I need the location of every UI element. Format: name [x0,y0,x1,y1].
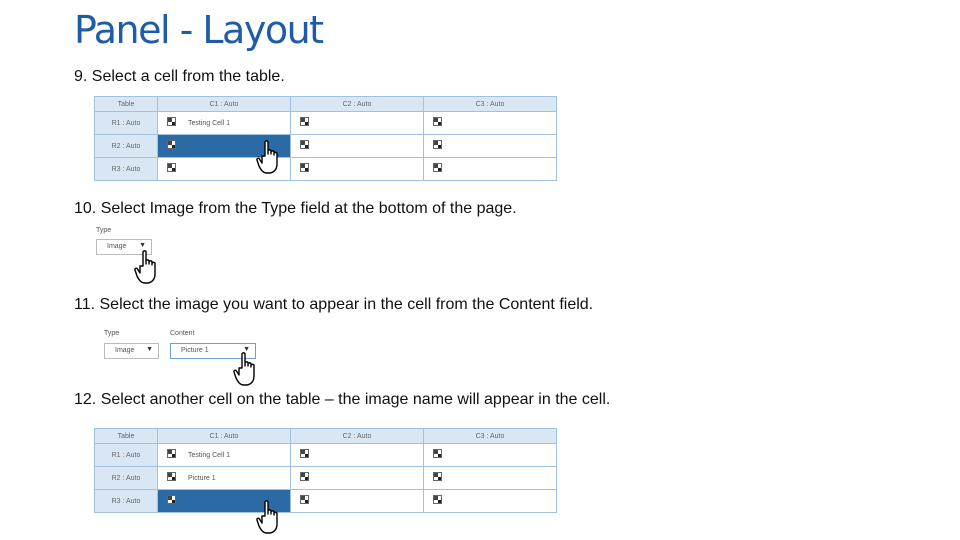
cell-image-icon [300,449,309,458]
header-c1[interactable]: C1 : Auto [157,96,291,112]
cell-image-icon [433,140,442,149]
cell-r3-c2[interactable] [290,157,424,181]
layout-table-2: Table C1 : Auto C2 : Auto C3 : Auto R1 :… [94,428,557,513]
hand-pointer-icon [233,352,255,386]
dropdown-arrow-icon: ▼ [139,242,146,249]
cell-r2-c3[interactable] [423,466,557,490]
cell-image-icon [167,163,176,172]
header-c3[interactable]: C3 : Auto [423,96,557,112]
cell-image-icon [433,495,442,504]
step-9-text: 9. Select a cell from the table. [74,68,285,85]
cell-r2-c2[interactable] [290,466,424,490]
cell-r1-c3[interactable] [423,443,557,467]
row-label-r1[interactable]: R1 : Auto [94,443,158,467]
cell-image-icon [300,472,309,481]
step-11-text: 11. Select the image you want to appear … [74,296,594,313]
cell-image-icon [167,449,176,458]
row-label-r2[interactable]: R2 : Auto [94,134,158,158]
header-c1[interactable]: C1 : Auto [157,428,291,444]
cell-image-icon [433,163,442,172]
hand-pointer-icon [256,500,278,534]
content-label: Content [170,330,195,337]
cell-image-icon [300,140,309,149]
cell-r1-c1[interactable]: Testing Cell 1 [157,111,291,135]
row-label-r3[interactable]: R3 : Auto [94,489,158,513]
cell-text: Testing Cell 1 [188,452,231,459]
content-dropdown-value: Picture 1 [181,347,209,354]
cell-r3-c3[interactable] [423,157,557,181]
cell-r3-c2[interactable] [290,489,424,513]
hand-pointer-icon [134,250,156,284]
type-dropdown[interactable]: Image ▼ [104,343,159,359]
cell-image-icon [433,449,442,458]
step-10-text: 10. Select Image from the Type field at … [74,200,517,217]
cell-image-icon [167,140,176,149]
header-table: Table [94,428,158,444]
layout-table-1: Table C1 : Auto C2 : Auto C3 : Auto R1 :… [94,96,557,181]
cell-image-icon [167,472,176,481]
type-dropdown-value: Image [107,243,127,250]
cell-r1-c2[interactable] [290,443,424,467]
hand-pointer-icon [256,140,278,174]
step-12-text: 12. Select another cell on the table – t… [74,391,611,408]
cell-r1-c1[interactable]: Testing Cell 1 [157,443,291,467]
header-table: Table [94,96,158,112]
type-label: Type [104,330,120,337]
cell-text: Testing Cell 1 [188,120,231,127]
cell-image-icon [433,472,442,481]
header-c2[interactable]: C2 : Auto [290,428,424,444]
cell-r2-c1[interactable]: Picture 1 [157,466,291,490]
row-label-r2[interactable]: R2 : Auto [94,466,158,490]
cell-text: Picture 1 [188,475,216,482]
dropdown-arrow-icon: ▼ [146,346,153,353]
cell-image-icon [300,163,309,172]
cell-image-icon [167,495,176,504]
cell-r2-c2[interactable] [290,134,424,158]
row-label-r3[interactable]: R3 : Auto [94,157,158,181]
cell-image-icon [300,117,309,126]
type-dropdown-value: Image [115,347,135,354]
cell-r2-c3[interactable] [423,134,557,158]
cell-image-icon [300,495,309,504]
cell-r3-c3[interactable] [423,489,557,513]
header-c3[interactable]: C3 : Auto [423,428,557,444]
cell-image-icon [167,117,176,126]
cell-r1-c2[interactable] [290,111,424,135]
row-label-r1[interactable]: R1 : Auto [94,111,158,135]
cell-r1-c3[interactable] [423,111,557,135]
page-title: Panel - Layout [74,8,324,52]
type-label: Type [96,227,112,234]
cell-image-icon [433,117,442,126]
header-c2[interactable]: C2 : Auto [290,96,424,112]
